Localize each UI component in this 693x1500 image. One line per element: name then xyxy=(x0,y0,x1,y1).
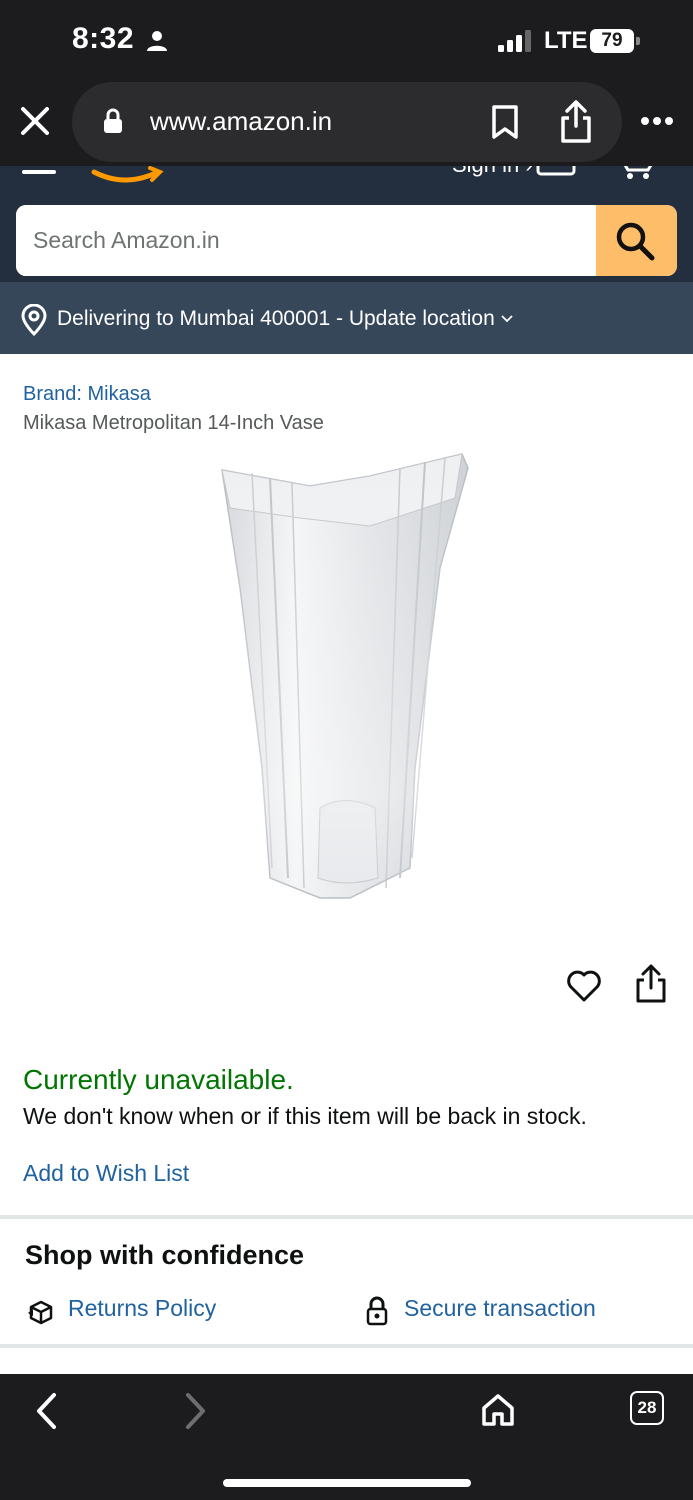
section-divider xyxy=(0,1215,693,1219)
url-bar[interactable]: www.amazon.in xyxy=(72,82,622,162)
brand-link[interactable]: Brand: Mikasa xyxy=(23,383,151,406)
returns-box-icon xyxy=(28,1300,53,1325)
amazon-logo[interactable] xyxy=(80,166,240,188)
delivery-location-text[interactable]: Delivering to Mumbai 400001 - Update loc… xyxy=(57,307,513,331)
search-input[interactable] xyxy=(16,205,596,276)
section-divider-bottom xyxy=(0,1344,693,1348)
sign-in-link[interactable]: Sign in › xyxy=(452,166,533,178)
share-icon[interactable] xyxy=(558,100,594,144)
lock-icon xyxy=(104,108,122,133)
account-cart-icons[interactable] xyxy=(536,166,656,184)
battery-cap xyxy=(636,37,640,45)
availability-status: Currently unavailable. xyxy=(23,1064,294,1095)
returns-policy-link[interactable]: Returns Policy xyxy=(68,1295,216,1322)
battery-level: 79 xyxy=(590,29,634,53)
secure-transaction-link[interactable]: Secure transaction xyxy=(404,1295,596,1322)
more-icon[interactable] xyxy=(640,116,674,126)
browser-bar: www.amazon.in xyxy=(0,80,693,166)
product-share-icon[interactable] xyxy=(634,964,668,1004)
stock-message: We don't know when or if this item will … xyxy=(23,1103,587,1129)
home-icon[interactable] xyxy=(480,1392,516,1428)
search-icon xyxy=(616,222,655,261)
header-top-partial: Sign in › xyxy=(0,166,693,192)
delivery-location-bar[interactable]: Delivering to Mumbai 400001 - Update loc… xyxy=(0,282,693,354)
location-pin-icon xyxy=(21,304,47,336)
heart-icon[interactable] xyxy=(566,968,602,1004)
url-text[interactable]: www.amazon.in xyxy=(150,106,332,137)
add-to-wishlist-link[interactable]: Add to Wish List xyxy=(23,1160,189,1187)
tabs-icon[interactable]: 28 xyxy=(630,1391,664,1425)
amazon-header: Sign in › Delivering to Mumbai 400001 - … xyxy=(0,166,693,354)
person-icon xyxy=(147,31,167,51)
padlock-icon xyxy=(366,1296,388,1326)
forward-arrow-icon[interactable] xyxy=(184,1392,208,1430)
status-bar: 8:32 LTE 79 xyxy=(0,0,693,80)
signal-icon xyxy=(498,30,531,52)
bookmark-icon[interactable] xyxy=(490,104,520,140)
battery-icon: 79 xyxy=(590,29,640,53)
menu-icon[interactable] xyxy=(22,166,56,176)
network-type: LTE xyxy=(544,27,588,54)
product-title: Mikasa Metropolitan 14-Inch Vase xyxy=(23,412,324,434)
home-indicator[interactable] xyxy=(223,1479,471,1487)
location-label: Delivering to Mumbai 400001 - Update loc… xyxy=(57,307,495,330)
status-time: 8:32 xyxy=(72,22,135,55)
back-arrow-icon[interactable] xyxy=(34,1392,58,1430)
search-button[interactable] xyxy=(596,205,677,276)
close-icon[interactable] xyxy=(18,104,52,138)
shop-confidence-heading: Shop with confidence xyxy=(25,1240,305,1270)
chevron-down-icon xyxy=(501,315,513,323)
product-image-vase[interactable] xyxy=(200,448,490,908)
search-bar xyxy=(16,205,677,276)
